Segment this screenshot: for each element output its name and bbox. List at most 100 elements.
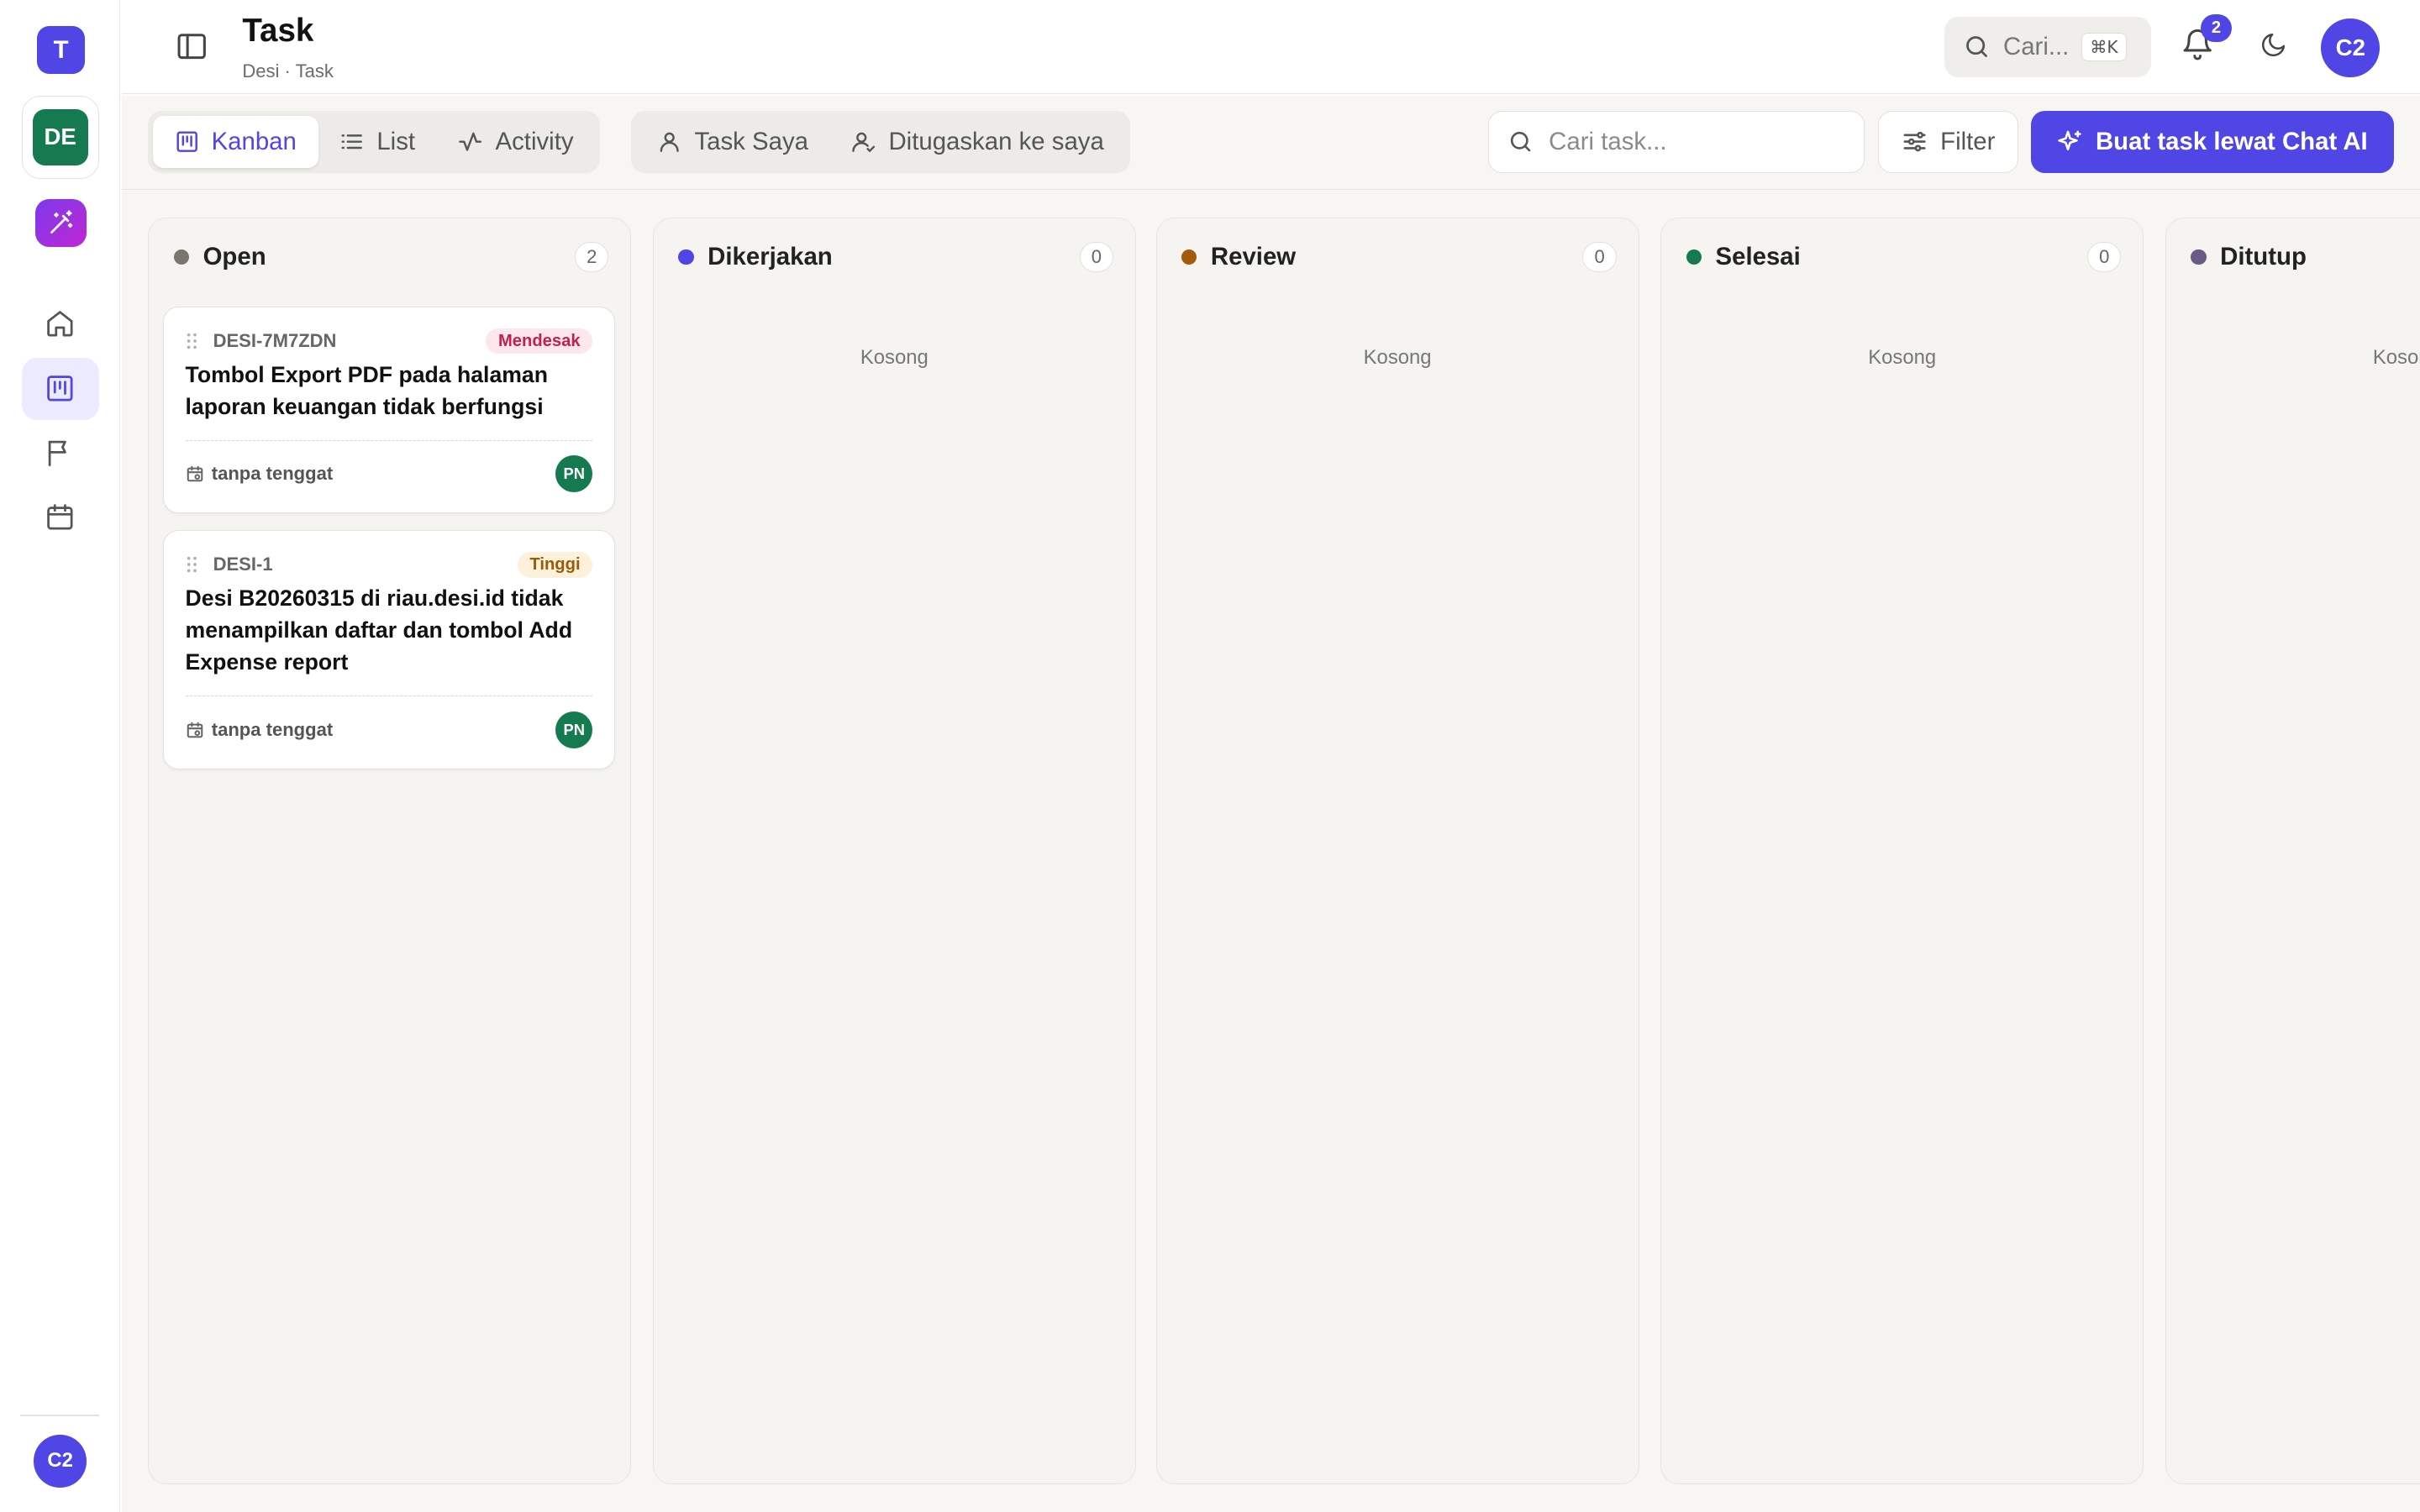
task-key: DESI-1 [213, 554, 273, 575]
filter-assigned-to-me-label: Ditugaskan ke saya [888, 127, 1104, 155]
search-shortcut: ⌘K [2081, 33, 2127, 61]
column-count: 0 [1079, 241, 1114, 273]
ai-magic-button[interactable] [35, 198, 87, 247]
calendar-clock-icon [187, 722, 203, 738]
tab-list[interactable]: List [318, 116, 437, 168]
column-count: 0 [1582, 241, 1617, 273]
global-search[interactable]: Cari... ⌘K [1944, 17, 2152, 77]
column-header: Ditutup 0 [2191, 240, 2420, 274]
column-header: Dikerjakan 0 [678, 240, 1114, 274]
flag-icon [48, 440, 67, 466]
sliders-icon [1903, 132, 1926, 152]
tab-activity-label: Activity [495, 127, 574, 155]
tab-activity[interactable]: Activity [437, 116, 596, 168]
home-icon [47, 311, 73, 337]
search-icon [1510, 132, 1530, 152]
top-header: Task Desi · Task Cari... ⌘K 2 C2 [122, 0, 2420, 95]
drag-handle-icon[interactable] [186, 555, 198, 574]
global-search-label: Cari... [2003, 33, 2070, 61]
status-dot [2191, 249, 2207, 265]
column-header: Open 2 [173, 240, 609, 274]
assignee-filter: Task Saya Ditugaskan ke saya [631, 111, 1131, 173]
create-task-ai-label: Buat task lewat Chat AI [2095, 127, 2368, 155]
filter-task-saya[interactable]: Task Saya [636, 116, 830, 168]
page-title: Task [242, 12, 314, 49]
task-title: Tombol Export PDF pada halaman laporan k… [185, 362, 549, 419]
task-search-input[interactable] [1549, 127, 1843, 156]
card-divider [185, 439, 593, 441]
rail-divider [19, 1415, 99, 1417]
sidebar-toggle-icon [177, 34, 206, 60]
task-title: Desi B20260315 di riau.desi.id tidak men… [185, 585, 573, 675]
create-task-ai-button[interactable]: Buat task lewat Chat AI [2031, 111, 2394, 173]
column-open: Open 2 DESI-7M7ZDN Mendesak Tombol Expor… [148, 217, 632, 1484]
empty-state: Kosong [2372, 346, 2420, 370]
tab-kanban[interactable]: Kanban [152, 115, 318, 169]
magic-wand-icon [50, 210, 73, 234]
column-title: Open [203, 242, 266, 270]
empty-state: Kosong [1363, 346, 1432, 370]
theme-toggle-button[interactable] [2260, 31, 2291, 62]
column-header: Selesai 0 [1686, 240, 2122, 274]
due-date: tanpa tenggat [211, 462, 334, 484]
column-title: Selesai [1715, 242, 1801, 270]
kanban-board: Open 2 DESI-7M7ZDN Mendesak Tombol Expor… [122, 189, 2420, 1512]
tab-kanban-label: Kanban [211, 127, 297, 155]
user-icon [660, 132, 680, 153]
status-dot [678, 249, 694, 265]
status-dot [1686, 249, 1702, 265]
column-review: Review 0 Kosong [1155, 217, 1639, 1484]
kanban-icon [176, 131, 197, 153]
task-key: DESI-7M7ZDN [213, 330, 337, 352]
column-title: Ditutup [2220, 242, 2307, 270]
user-avatar[interactable]: C2 [34, 1435, 87, 1488]
filter-task-saya-label: Task Saya [694, 127, 808, 155]
moon-icon [2261, 33, 2286, 56]
filter-button-label: Filter [1940, 127, 1996, 155]
breadcrumb: Desi · Task [242, 60, 334, 81]
view-switcher: Kanban List Activity [148, 111, 600, 173]
calendar-clock-icon [187, 465, 203, 482]
priority-badge: Mendesak [486, 328, 593, 354]
column-selesai: Selesai 0 Kosong [1660, 217, 2144, 1484]
column-ditutup: Ditutup 0 Kosong [2165, 217, 2420, 1484]
sidebar-toggle-button[interactable] [175, 29, 208, 63]
app-rail: T DE C2 [0, 0, 121, 1512]
column-dikerjakan: Dikerjakan 0 Kosong [652, 217, 1136, 1484]
rail-calendar[interactable] [22, 486, 99, 548]
kanban-icon [47, 375, 73, 402]
rail-kanban[interactable] [21, 358, 99, 420]
status-dot [1181, 249, 1197, 265]
assignee-avatar: PN [555, 454, 593, 493]
workspace-avatar: DE [32, 109, 88, 165]
rail-flag[interactable] [22, 421, 99, 482]
filter-assigned-to-me[interactable]: Ditugaskan ke saya [830, 116, 1126, 168]
search-icon [1966, 36, 1988, 58]
notification-count-badge: 2 [2201, 13, 2232, 42]
empty-state: Kosong [860, 346, 929, 370]
header-avatar[interactable]: C2 [2321, 18, 2381, 77]
column-count: 0 [2087, 241, 2122, 273]
task-search[interactable] [1487, 111, 1865, 173]
user-check-icon [852, 132, 876, 153]
board-toolbar: Kanban List Activity Task Saya Ditugaska… [122, 95, 2420, 190]
assignee-avatar: PN [555, 711, 593, 748]
app-logo[interactable]: T [37, 26, 86, 75]
tab-list-label: List [376, 127, 416, 155]
drag-handle-icon[interactable] [186, 332, 198, 350]
workspace-switcher[interactable]: DE [21, 95, 99, 180]
due-date: tanpa tenggat [211, 718, 334, 740]
task-card[interactable]: DESI-7M7ZDN Mendesak Tombol Export PDF p… [162, 306, 615, 513]
column-header: Review 0 [1181, 240, 1617, 274]
column-count: 2 [575, 241, 609, 273]
rail-home[interactable] [22, 293, 99, 354]
activity-icon [459, 132, 482, 151]
sparkles-icon [2058, 130, 2081, 151]
task-card[interactable]: DESI-1 Tinggi Desi B20260315 di riau.des… [162, 529, 615, 769]
status-dot [173, 249, 190, 265]
list-icon [341, 134, 363, 150]
priority-badge: Tinggi [517, 552, 593, 578]
column-title: Dikerjakan [708, 242, 833, 270]
filter-button[interactable]: Filter [1878, 111, 2019, 173]
column-title: Review [1210, 242, 1297, 270]
